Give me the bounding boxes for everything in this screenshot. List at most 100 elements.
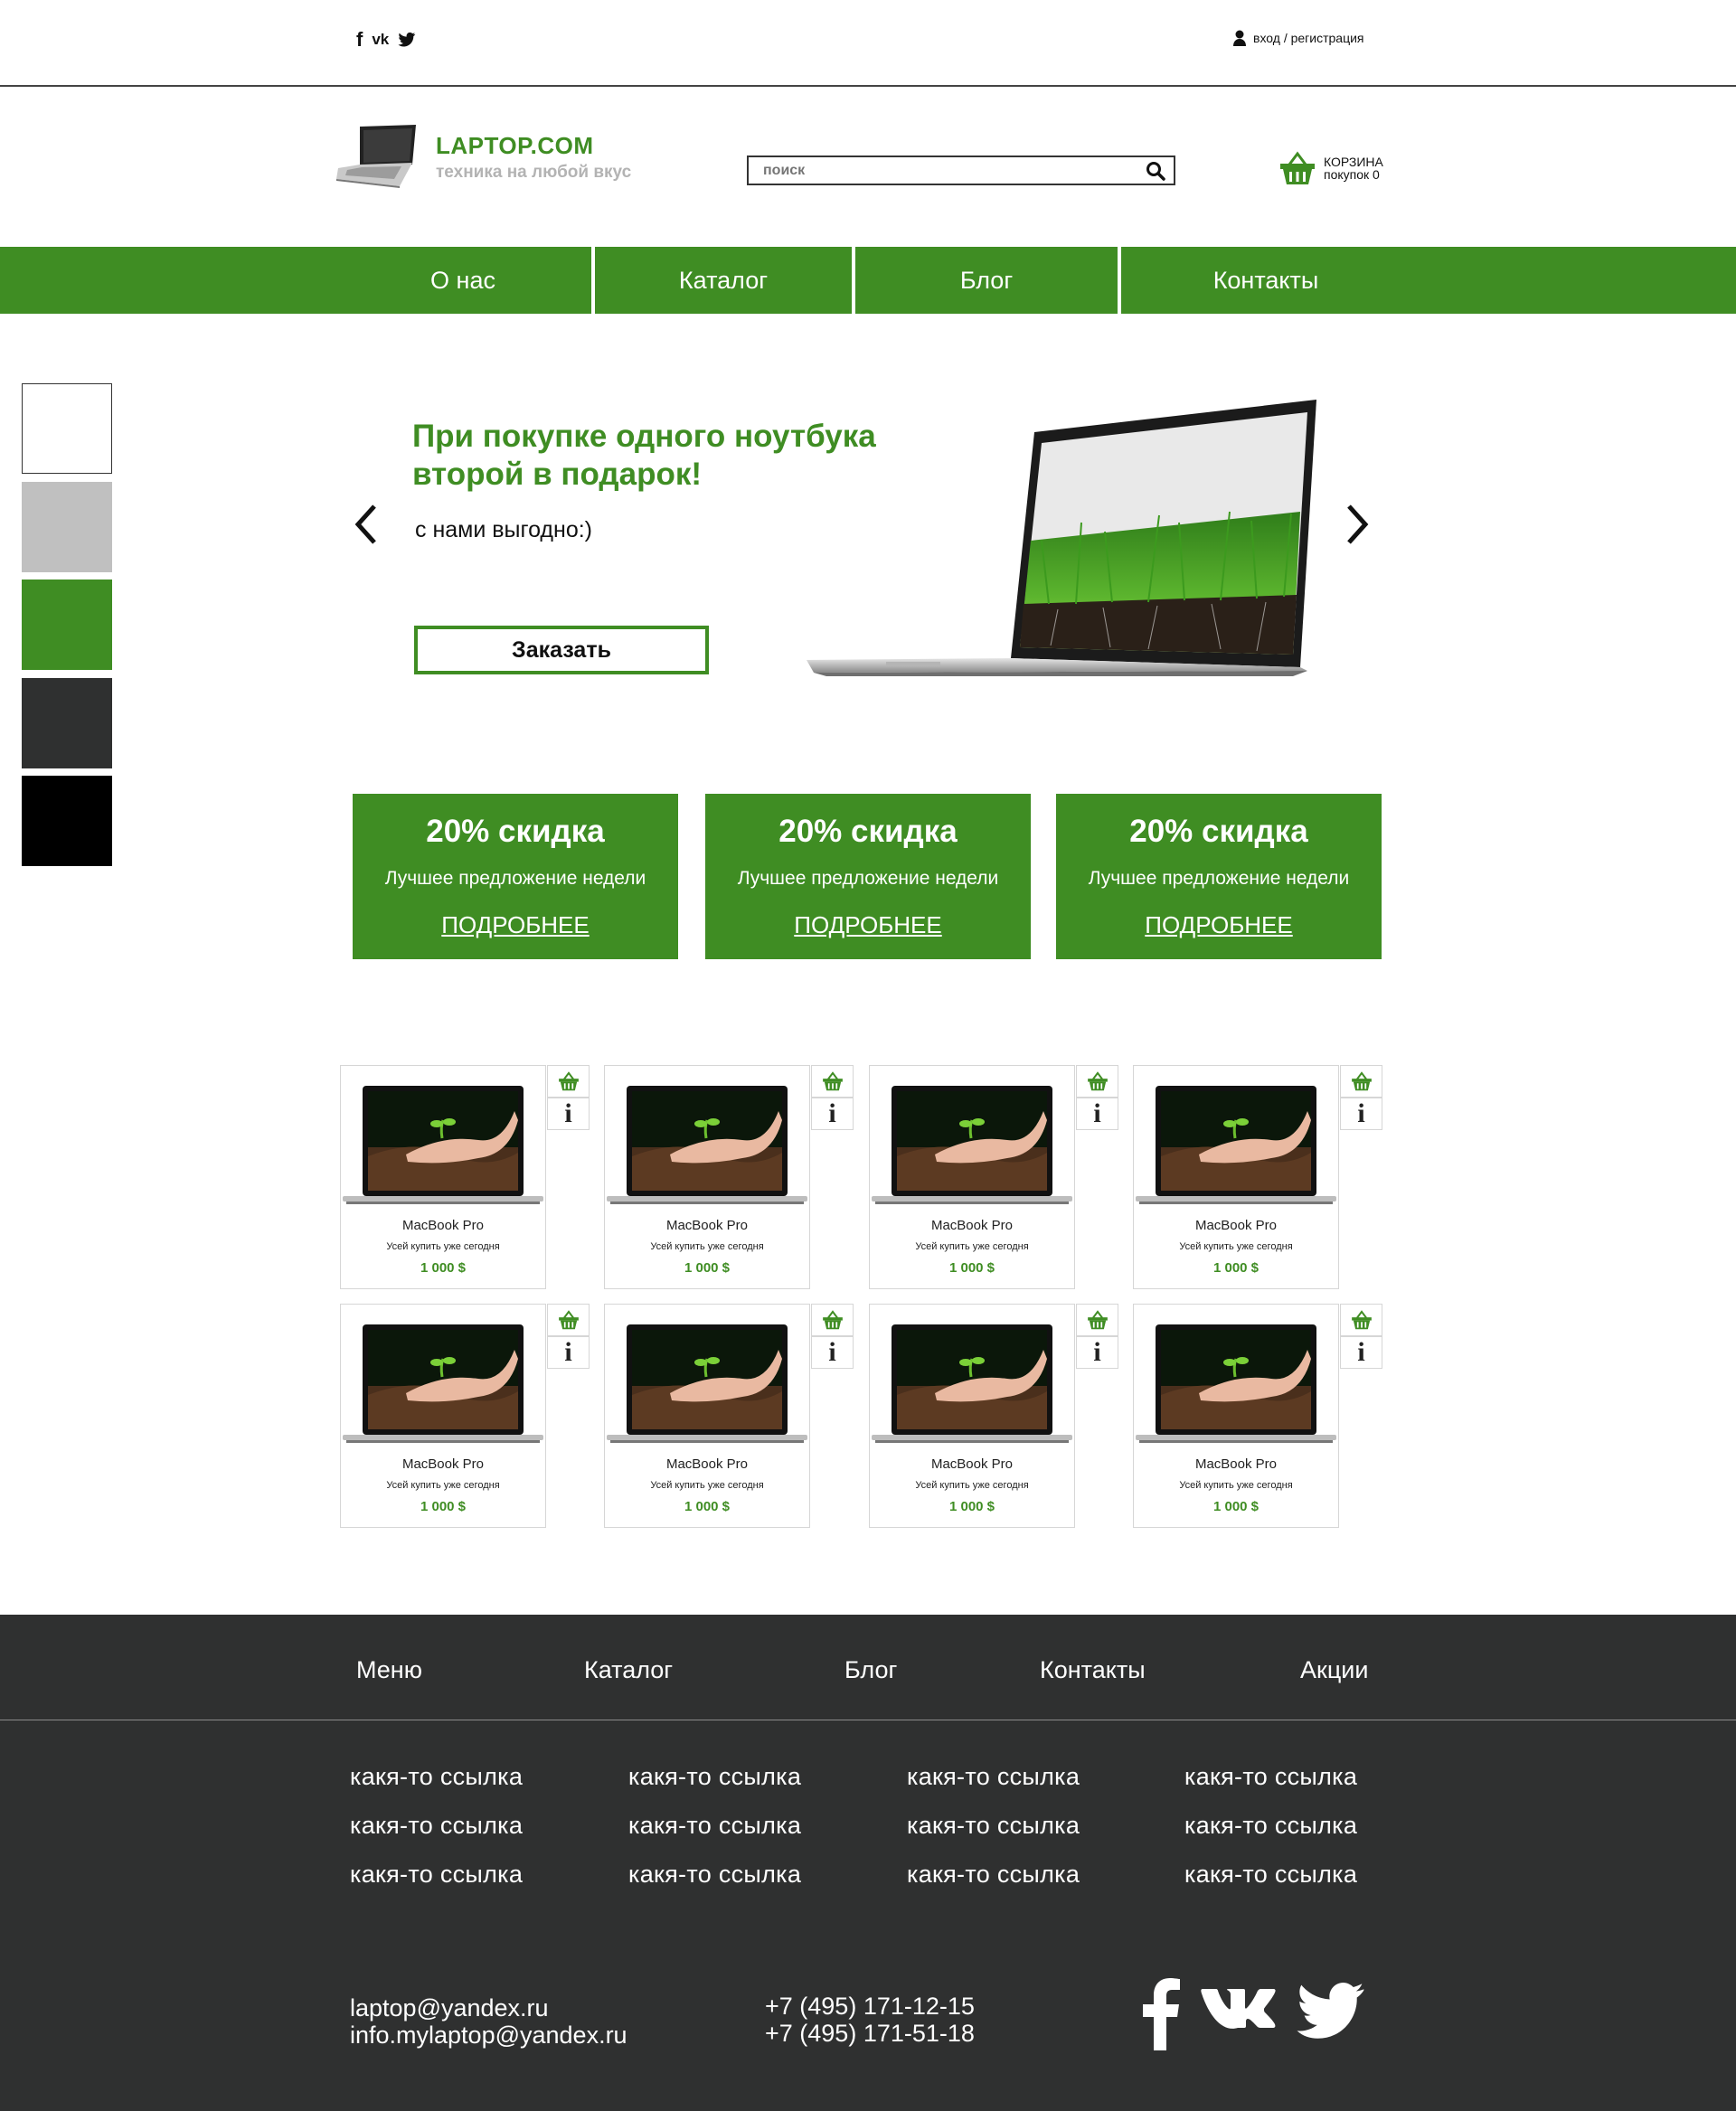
footer-link[interactable]: какя-то ссылка [350, 1812, 523, 1840]
product-description: Усей купить уже сегодня [1179, 1480, 1293, 1491]
facebook-icon[interactable] [1137, 1976, 1183, 2050]
promo-subtitle: Лучшее предложение недели [384, 868, 646, 889]
product-info-button[interactable]: i [1340, 1336, 1382, 1369]
product-image[interactable] [872, 1323, 1072, 1449]
footer-link[interactable]: какя-то ссылка [628, 1861, 801, 1889]
facebook-icon[interactable]: f [356, 29, 363, 51]
product-card[interactable]: MacBook Pro Усей купить уже сегодня 1 000 … [340, 1304, 546, 1528]
footer-link[interactable]: какя-то ссылка [350, 1763, 523, 1791]
product-image[interactable] [1136, 1323, 1336, 1449]
product-name[interactable]: MacBook Pro [605, 1218, 809, 1233]
search-input[interactable] [749, 157, 1137, 184]
product-price: 1 000 $ [948, 1499, 995, 1514]
logo-laptop-image[interactable] [335, 123, 420, 188]
product-price: 1 000 $ [948, 1260, 995, 1276]
info-icon: i [1093, 1337, 1101, 1367]
product-price: 1 000 $ [684, 1499, 731, 1514]
footer-link[interactable]: какя-то ссылка [907, 1812, 1080, 1840]
product-image[interactable] [607, 1323, 807, 1449]
product-image[interactable] [1136, 1084, 1336, 1211]
footer-menu-item[interactable]: Контакты [1040, 1656, 1146, 1684]
product-info-button[interactable]: i [1076, 1336, 1118, 1369]
logo-title[interactable]: LAPTOP.COM [436, 132, 594, 160]
product-name[interactable]: MacBook Pro [870, 1218, 1074, 1233]
product-info-button[interactable]: i [547, 1098, 590, 1130]
search-button[interactable] [1137, 157, 1174, 184]
promo-more-link[interactable]: ПОДРОБНЕЕ [1056, 911, 1382, 939]
product-description: Усей купить уже сегодня [915, 1480, 1029, 1491]
product-name[interactable]: MacBook Pro [1134, 1456, 1338, 1472]
promo-subtitle: Лучшее предложение недели [737, 868, 999, 889]
add-to-cart-button[interactable] [1340, 1065, 1382, 1098]
footer-email[interactable]: laptop@yandex.ru [350, 1994, 627, 2021]
footer-phone[interactable]: +7 (495) 171-12-15 [765, 1993, 975, 2020]
product-card[interactable]: MacBook Pro Усей купить уже сегодня 1 000 … [1133, 1304, 1339, 1528]
product-card[interactable]: MacBook Pro Усей купить уже сегодня 1 000 … [604, 1304, 810, 1528]
promo-more-link[interactable]: ПОДРОБНЕЕ [705, 911, 1031, 939]
cart[interactable]: КОРЗИНА покупок 0 [1278, 150, 1383, 186]
footer-link[interactable]: какя-то ссылка [1184, 1812, 1357, 1840]
product-name[interactable]: MacBook Pro [605, 1456, 809, 1472]
product-card[interactable]: MacBook Pro Усей купить уже сегодня 1 000 … [869, 1065, 1075, 1289]
top-bar [0, 0, 1736, 87]
login-link[interactable]: вход / регистрация [1233, 30, 1364, 46]
product-image[interactable] [343, 1323, 543, 1449]
product-card[interactable]: MacBook Pro Усей купить уже сегодня 1 000 … [604, 1065, 810, 1289]
product-name[interactable]: MacBook Pro [341, 1456, 545, 1472]
search-box [747, 155, 1175, 185]
product-description: Усей купить уже сегодня [386, 1241, 500, 1252]
footer-menu-item[interactable]: Каталог [584, 1656, 673, 1684]
add-to-cart-button[interactable] [547, 1304, 590, 1336]
color-swatch-white [22, 383, 112, 474]
product-name[interactable]: MacBook Pro [1134, 1218, 1338, 1233]
product-card[interactable]: MacBook Pro Усей купить уже сегодня 1 000 … [869, 1304, 1075, 1528]
footer-phone[interactable]: +7 (495) 171-51-18 [765, 2020, 975, 2047]
basket-icon [1351, 1071, 1372, 1091]
footer-link[interactable]: какя-то ссылка [907, 1861, 1080, 1889]
product-card[interactable]: MacBook Pro Усей купить уже сегодня 1 000 … [340, 1065, 546, 1289]
twitter-icon[interactable] [398, 32, 416, 48]
add-to-cart-button[interactable] [1076, 1065, 1118, 1098]
add-to-cart-button[interactable] [1076, 1304, 1118, 1336]
promo-more-link[interactable]: ПОДРОБНЕЕ [353, 911, 678, 939]
info-icon: i [1357, 1098, 1365, 1128]
product-image[interactable] [607, 1084, 807, 1211]
nav-item-contacts[interactable]: Контакты [1121, 247, 1410, 314]
basket-icon [558, 1310, 579, 1330]
add-to-cart-button[interactable] [811, 1065, 854, 1098]
product-info-button[interactable]: i [547, 1336, 590, 1369]
vk-icon[interactable]: vk [372, 29, 389, 51]
footer-link[interactable]: какя-то ссылка [1184, 1861, 1357, 1889]
footer-menu-item[interactable]: Меню [356, 1656, 422, 1684]
footer-menu-item[interactable]: Блог [844, 1656, 897, 1684]
product-card[interactable]: MacBook Pro Усей купить уже сегодня 1 000 … [1133, 1065, 1339, 1289]
slider-prev-arrow-icon[interactable] [353, 503, 380, 546]
footer-email[interactable]: info.mylaptop@yandex.ru [350, 2021, 627, 2049]
product-name[interactable]: MacBook Pro [341, 1218, 545, 1233]
product-info-button[interactable]: i [811, 1098, 854, 1130]
product-description: Усей купить уже сегодня [915, 1241, 1029, 1252]
nav-item-blog[interactable]: Блог [855, 247, 1118, 314]
footer-link[interactable]: какя-то ссылка [628, 1812, 801, 1840]
product-info-button[interactable]: i [1340, 1098, 1382, 1130]
product-image[interactable] [872, 1084, 1072, 1211]
footer-link[interactable]: какя-то ссылка [1184, 1763, 1357, 1791]
product-image[interactable] [343, 1084, 543, 1211]
footer-link[interactable]: какя-то ссылка [350, 1861, 523, 1889]
nav-item-catalog[interactable]: Каталог [595, 247, 852, 314]
add-to-cart-button[interactable] [1340, 1304, 1382, 1336]
footer-link[interactable]: какя-то ссылка [907, 1763, 1080, 1791]
slider-next-arrow-icon[interactable] [1344, 503, 1371, 546]
footer-menu-item[interactable]: Акции [1300, 1656, 1368, 1684]
product-info-button[interactable]: i [811, 1336, 854, 1369]
add-to-cart-button[interactable] [811, 1304, 854, 1336]
vk-icon[interactable] [1201, 1985, 1277, 2032]
product-info-button[interactable]: i [1076, 1098, 1118, 1130]
twitter-icon[interactable] [1295, 1982, 1367, 2041]
order-button[interactable]: Заказать [414, 626, 709, 674]
footer-link[interactable]: какя-то ссылка [628, 1763, 801, 1791]
info-icon: i [1357, 1337, 1365, 1367]
product-name[interactable]: MacBook Pro [870, 1456, 1074, 1472]
nav-item-about[interactable]: О нас [335, 247, 591, 314]
add-to-cart-button[interactable] [547, 1065, 590, 1098]
